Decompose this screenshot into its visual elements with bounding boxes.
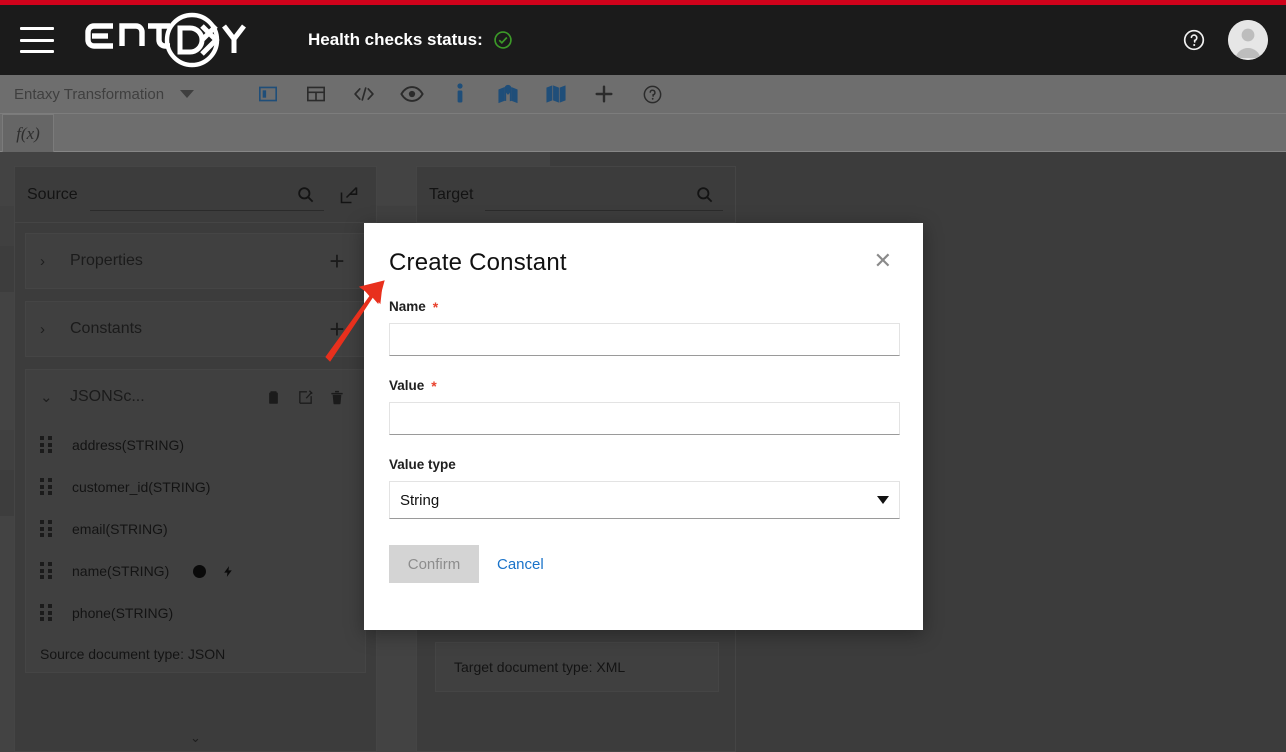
module-title: Entaxy Transformation [14, 85, 165, 103]
name-input[interactable] [389, 323, 900, 356]
info-icon[interactable] [436, 75, 484, 114]
function-tab-bar: f(x) [0, 114, 1286, 152]
app-header: Health checks status: [0, 5, 1286, 75]
module-toolbar: Entaxy Transformation [0, 75, 1286, 114]
health-status: Health checks status: [308, 30, 513, 50]
table-view-icon[interactable] [292, 75, 340, 114]
name-field-label: Name * [389, 299, 898, 314]
tab-fx-label: f(x) [16, 123, 40, 143]
dialog-header: Create Constant ✕ [389, 249, 898, 277]
value-type-field-group: Value type String [389, 457, 900, 519]
user-avatar-icon[interactable] [1228, 20, 1268, 60]
close-icon[interactable]: ✕ [868, 249, 898, 273]
dialog-actions: Confirm Cancel [389, 545, 898, 583]
health-ok-icon [494, 31, 512, 49]
value-type-selected: String [400, 491, 440, 509]
value-type-label: Value type [389, 457, 898, 472]
name-field-group: Name * [389, 299, 900, 356]
entaxy-logo [84, 12, 256, 68]
question-circle-icon[interactable] [628, 75, 676, 114]
map-icon[interactable] [532, 75, 580, 114]
caret-down-icon [877, 496, 889, 504]
app-root: Source › Properties + › Constants + ⌄ JS… [0, 0, 1286, 752]
cancel-button[interactable]: Cancel [497, 556, 544, 573]
value-type-select[interactable]: String [389, 481, 900, 519]
value-field-label: Value * [389, 378, 898, 393]
split-view-icon[interactable] [244, 75, 292, 114]
help-circle-icon[interactable] [1182, 28, 1206, 52]
value-input[interactable] [389, 402, 900, 435]
health-status-label: Health checks status: [308, 30, 483, 49]
hamburger-icon[interactable] [20, 27, 54, 53]
tab-fx[interactable]: f(x) [2, 114, 54, 152]
header-actions [1182, 20, 1268, 60]
required-marker: * [432, 298, 439, 315]
value-label-text: Value [389, 378, 425, 393]
map-marker-icon[interactable] [484, 75, 532, 114]
value-field-group: Value * [389, 378, 900, 435]
required-marker: * [431, 377, 437, 394]
create-constant-dialog: Create Constant ✕ Name * Value * Value t… [364, 223, 923, 630]
chevron-down-icon[interactable] [180, 90, 195, 98]
name-label-text: Name [389, 299, 426, 314]
plus-icon[interactable] [580, 75, 628, 114]
confirm-button[interactable]: Confirm [389, 545, 479, 583]
toolbar-icons [244, 75, 676, 114]
preview-eye-icon[interactable] [388, 75, 436, 114]
dialog-title: Create Constant [389, 249, 567, 276]
code-view-icon[interactable] [340, 75, 388, 114]
value-type-label-text: Value type [389, 457, 456, 472]
